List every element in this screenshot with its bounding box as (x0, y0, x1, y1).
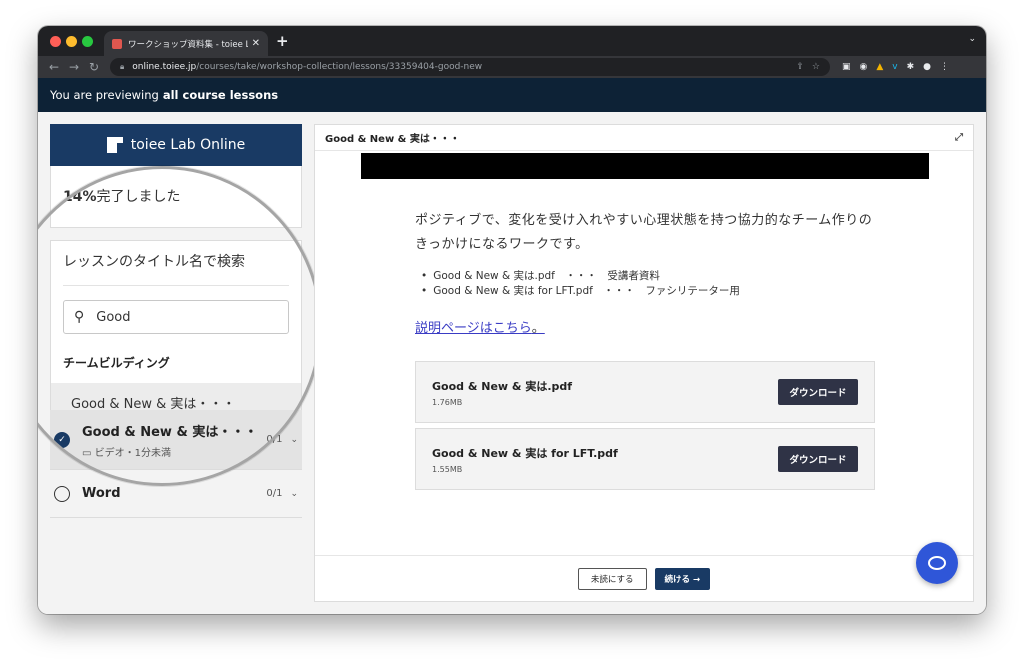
file-list-item: Good & New & 実は for LFT.pdf ・・・ ファシリテーター… (431, 284, 740, 299)
notion-extension-icon[interactable]: ▣ (842, 62, 851, 72)
search-input[interactable]: ⚲ Good (63, 300, 289, 334)
preview-banner-emphasis: all course lessons (162, 88, 279, 102)
drive-extension-icon[interactable]: ▲ (876, 62, 883, 72)
mark-incomplete-button[interactable]: 未読にする (577, 567, 647, 590)
search-value: Good (96, 309, 131, 325)
file-list-item: Good & New & 実は.pdf ・・・ 受講者資料 (431, 269, 740, 284)
download-card: Good & New & 実は.pdf 1.76MB ダウンロード (415, 361, 875, 423)
preview-banner-prefix: You are previewing (50, 88, 159, 102)
lesson-search-panel: レッスンのタイトル名で検索 ⚲ Good チームビルディング Good & Ne… (50, 240, 302, 422)
download-file-name: Good & New & 実は.pdf (432, 379, 573, 393)
course-sidebar: toiee Lab Online 14%完了しました レッスンのタイトル名で検索… (38, 124, 322, 602)
lesson-title: Word (82, 486, 121, 501)
browser-window: ワークショップ資料集 - toiee Lab ✕ + ⌄ ← → ↻ 🔒︎ on… (38, 26, 986, 614)
chevron-down-icon[interactable]: ⌄ (290, 435, 298, 445)
progress-percent: 14% (63, 189, 97, 205)
extensions-puzzle-icon[interactable]: ✱ (907, 62, 915, 72)
back-icon[interactable]: ← (44, 60, 64, 74)
address-bar[interactable]: 🔒︎ online.toiee.jp /courses/take/worksho… (110, 58, 830, 76)
lesson-count: 0/1 (266, 434, 283, 445)
preview-banner: You are previewing all course lessons (38, 78, 986, 112)
close-window-button[interactable] (50, 36, 61, 47)
sidebar-brand[interactable]: toiee Lab Online (50, 124, 302, 166)
chevron-down-icon[interactable]: ⌄ (290, 489, 298, 499)
lesson-count: 0/1 (266, 488, 283, 499)
chapter-title: チームビルディング (63, 356, 170, 370)
progress-text: 完了しました (96, 189, 181, 205)
lesson-player: Good & New & 実は・・・ ⤢ ポジティブで、変化を受け入れやすい心理… (314, 124, 974, 602)
chat-support-button[interactable] (916, 542, 958, 584)
lesson-title: Good & New & 実は・・・ (82, 424, 258, 440)
lesson-header-title: Good & New & 実は・・・ (325, 134, 460, 145)
download-file-size: 1.76MB (432, 397, 463, 407)
reload-icon[interactable]: ↻ (84, 60, 104, 74)
browser-tab[interactable]: ワークショップ資料集 - toiee Lab ✕ (104, 31, 268, 56)
lesson-item-good-new[interactable]: ✓ Good & New & 実は・・・ ▭ ビデオ・1分未満 0/1 ⌄ (50, 410, 302, 470)
forward-icon[interactable]: → (64, 60, 84, 74)
browser-toolbar: ← → ↻ 🔒︎ online.toiee.jp /courses/take/w… (38, 56, 986, 78)
profile-avatar-icon[interactable]: ● (923, 62, 931, 72)
url-host: online.toiee.jp (132, 62, 197, 72)
lesson-meta: ▭ ビデオ・1分未満 (82, 447, 172, 459)
incomplete-circle-icon (54, 485, 70, 502)
player-footer: 未読にする 続ける → (315, 555, 973, 601)
progress-card: 14%完了しました (50, 166, 302, 228)
share-icon[interactable]: ⇪ (796, 62, 804, 72)
download-card: Good & New & 実は for LFT.pdf 1.55MB ダウンロー… (415, 428, 875, 490)
download-file-size: 1.55MB (432, 464, 463, 474)
chat-bubble-icon (928, 556, 946, 570)
player-header: Good & New & 実は・・・ ⤢ (315, 125, 973, 151)
tab-search-button[interactable]: ⌄ (968, 34, 976, 44)
minimize-window-button[interactable] (66, 36, 77, 47)
expand-icon[interactable]: ⤢ (955, 132, 963, 143)
brand-logo-icon (106, 137, 123, 153)
download-button[interactable]: ダウンロード (778, 446, 858, 472)
zoom-window-button[interactable] (82, 36, 93, 47)
browser-menu-icon[interactable]: ⋮ (940, 62, 949, 72)
password-extension-icon[interactable]: ◉ (860, 62, 868, 72)
url-path: /courses/take/workshop-collection/lesson… (196, 62, 483, 72)
close-tab-icon[interactable]: ✕ (252, 38, 260, 49)
favicon-icon (112, 38, 122, 49)
lesson-description: ポジティブで、変化を受け入れやすい心理状態を持つ協力的なチーム作りのきっかけにな… (415, 213, 873, 252)
lock-icon: 🔒︎ (120, 62, 125, 71)
course-content: toiee Lab Online 14%完了しました レッスンのタイトル名で検索… (38, 112, 986, 614)
search-icon: ⚲ (74, 309, 85, 325)
brand-name: toiee Lab Online (130, 137, 246, 153)
vimeo-extension-icon[interactable]: v (892, 62, 897, 72)
download-file-name: Good & New & 実は for LFT.pdf (432, 446, 618, 460)
video-icon: ▭ (82, 447, 92, 459)
tab-bar: ワークショップ資料集 - toiee Lab ✕ + ⌄ (38, 26, 986, 56)
search-label: レッスンのタイトル名で検索 (63, 251, 289, 286)
bookmark-star-icon[interactable]: ☆ (812, 62, 820, 72)
file-list: Good & New & 実は.pdf ・・・ 受講者資料 Good & New… (431, 269, 740, 299)
tab-title: ワークショップ資料集 - toiee Lab (128, 39, 248, 50)
lesson-item-word[interactable]: Word 0/1 ⌄ (50, 470, 302, 518)
help-page-link[interactable]: 説明ページはこちら。 (415, 317, 545, 336)
video-area[interactable] (361, 153, 929, 179)
new-tab-button[interactable]: + (276, 32, 289, 50)
download-button[interactable]: ダウンロード (778, 379, 858, 405)
completed-check-icon: ✓ (54, 431, 70, 448)
continue-button[interactable]: 続ける → (654, 567, 711, 590)
